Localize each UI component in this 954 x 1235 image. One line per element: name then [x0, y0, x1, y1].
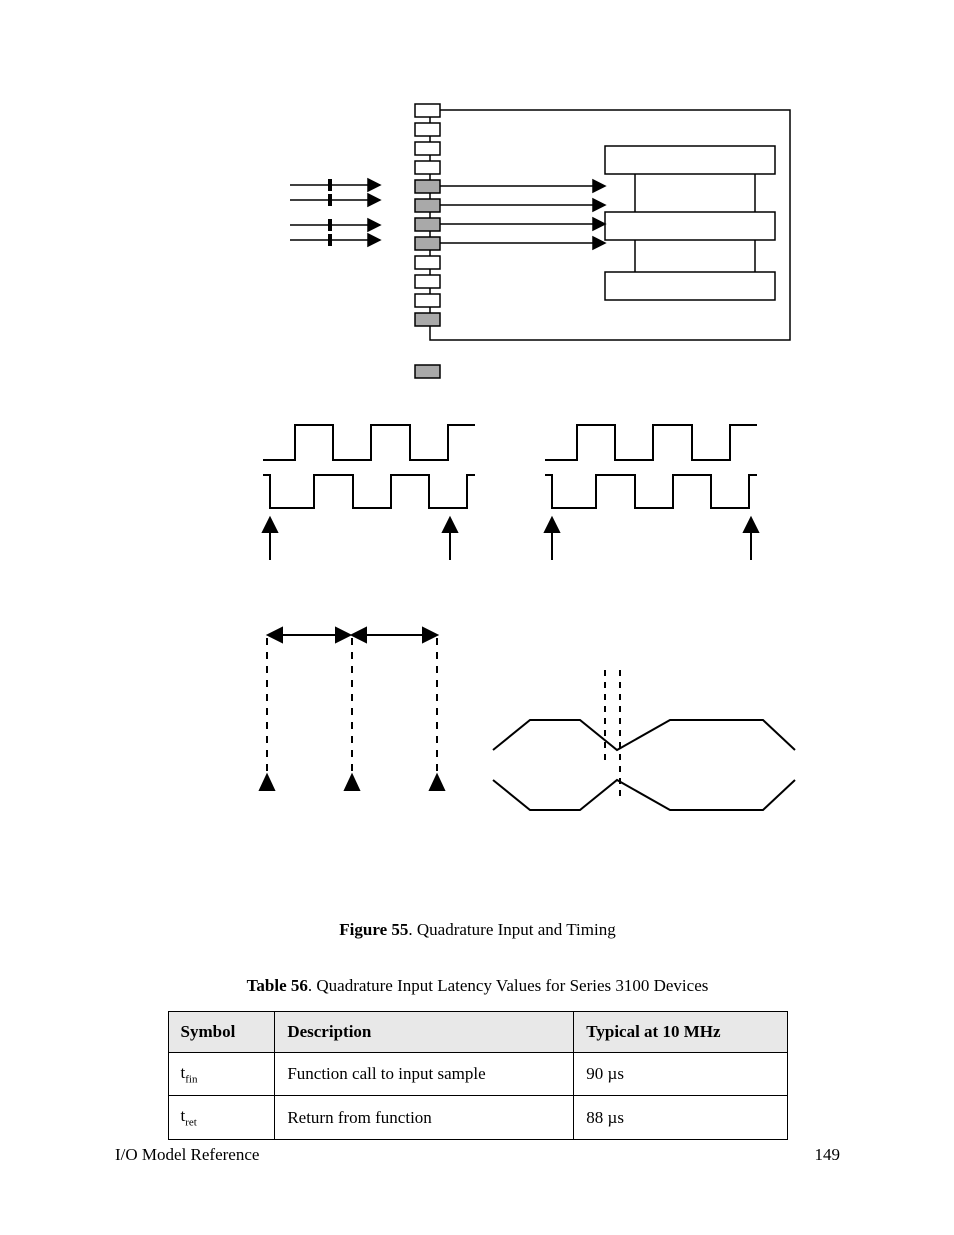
cell-val: 88 µs — [574, 1096, 787, 1139]
figure-label: Figure 55 — [339, 920, 408, 939]
table-caption: Table 56. Quadrature Input Latency Value… — [115, 976, 840, 996]
page-number: 149 — [815, 1145, 841, 1165]
cell-val: 90 µs — [574, 1053, 787, 1096]
chip-diagram — [115, 100, 840, 390]
latency-table: Symbol Description Typical at 10 MHz tfi… — [168, 1011, 788, 1140]
footer-title: I/O Model Reference — [115, 1145, 259, 1164]
cell-symbol: tfin — [168, 1053, 275, 1096]
figure-caption: Figure 55. Quadrature Input and Timing — [115, 920, 840, 940]
col-description: Description — [275, 1012, 574, 1053]
table-label: Table 56 — [247, 976, 308, 995]
timing-diagram — [115, 420, 840, 880]
table-header-row: Symbol Description Typical at 10 MHz — [168, 1012, 787, 1053]
table-row: tfin Function call to input sample 90 µs — [168, 1053, 787, 1096]
col-symbol: Symbol — [168, 1012, 275, 1053]
cell-desc: Return from function — [275, 1096, 574, 1139]
table-caption-text: . Quadrature Input Latency Values for Se… — [308, 976, 708, 995]
cell-desc: Function call to input sample — [275, 1053, 574, 1096]
page-footer: I/O Model Reference 149 — [115, 1145, 840, 1165]
table-row: tret Return from function 88 µs — [168, 1096, 787, 1139]
figure-caption-text: . Quadrature Input and Timing — [408, 920, 615, 939]
col-typical: Typical at 10 MHz — [574, 1012, 787, 1053]
cell-symbol: tret — [168, 1096, 275, 1139]
